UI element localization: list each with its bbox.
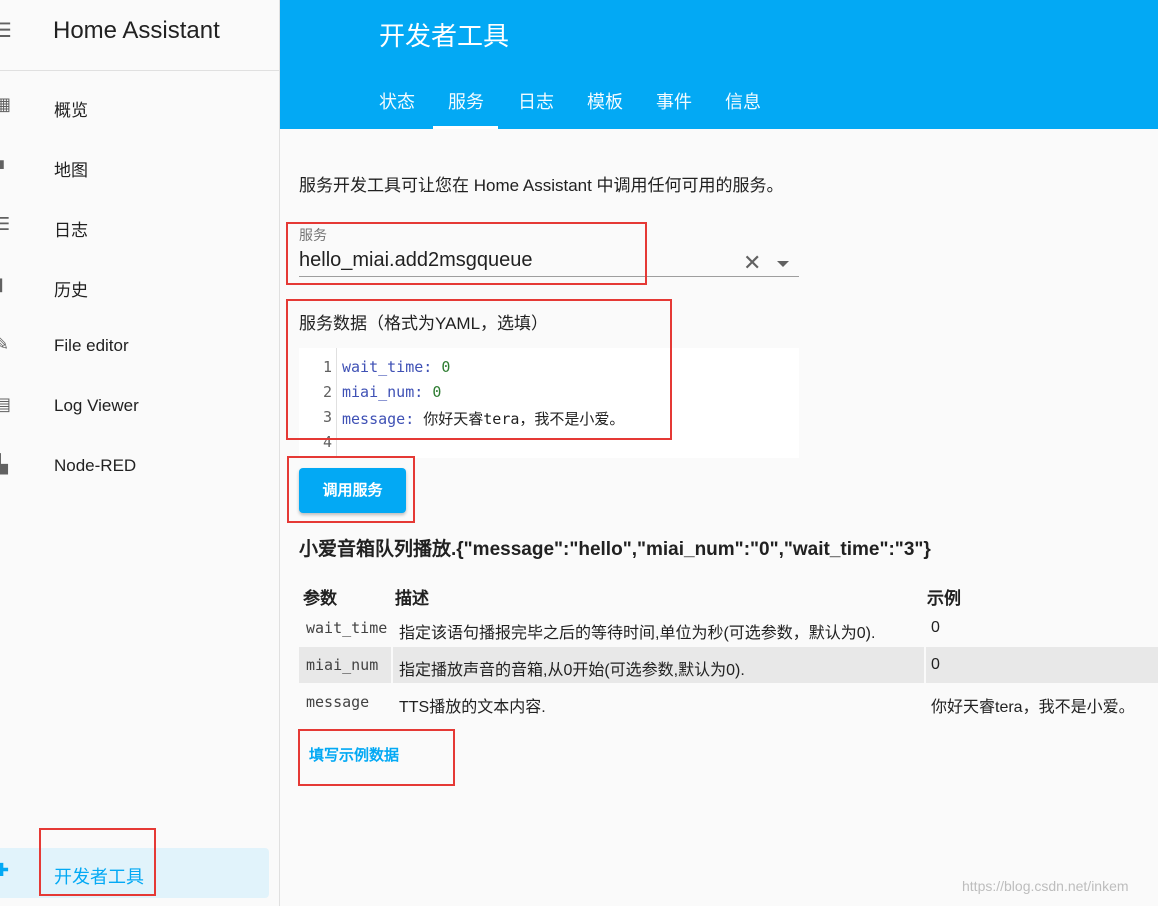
list-icon: ☰ bbox=[0, 214, 11, 234]
page-title: 开发者工具 bbox=[379, 21, 510, 51]
description-cell: TTS播放的文本内容. bbox=[399, 699, 546, 716]
menu-icon[interactable]: ☰ bbox=[0, 18, 12, 43]
line-number: 4 bbox=[322, 433, 332, 451]
example-cell: 0 bbox=[931, 619, 940, 636]
yaml-key: miai_num bbox=[342, 383, 415, 401]
service-data-label: 服务数据（格式为YAML，选填） bbox=[299, 314, 549, 333]
active-tab-indicator bbox=[433, 126, 498, 129]
map-icon: ■ bbox=[0, 154, 12, 174]
param-cell: message bbox=[306, 693, 370, 711]
yaml-value: 0 bbox=[441, 358, 451, 376]
sidebar-item-label: 开发者工具 bbox=[54, 867, 144, 887]
sidebar-item-label: 历史 bbox=[54, 281, 88, 300]
service-description: 小爱音箱队列播放.{"message":"hello","miai_num":"… bbox=[299, 539, 931, 560]
line-number: 3 bbox=[322, 408, 332, 426]
service-field-label: 服务 bbox=[299, 227, 327, 243]
sidebar-item-log-viewer[interactable]: ▤ Log Viewer bbox=[0, 382, 279, 430]
sidebar-header: ☰ Home Assistant bbox=[0, 0, 279, 71]
yaml-code-editor[interactable]: 1 2 3 4 wait_time: 0 miai_num: 0 message… bbox=[299, 348, 799, 458]
sidebar-item-label: 日志 bbox=[54, 221, 88, 240]
tab-info[interactable]: 信息 bbox=[725, 88, 761, 114]
call-service-button[interactable]: 调用服务 bbox=[299, 468, 406, 513]
service-input-underline bbox=[299, 276, 799, 277]
sidebar-item-overview[interactable]: ▦ 概览 bbox=[0, 82, 279, 130]
sidebar-item-label: 概览 bbox=[54, 101, 88, 120]
app-header: 开发者工具 状态 服务 日志 模板 事件 信息 bbox=[280, 0, 1158, 129]
yaml-value: 你好天睿tera，我不是小爱。 bbox=[423, 410, 625, 428]
wrench-icon: ✎ bbox=[0, 334, 10, 354]
sidebar-item-label: File editor bbox=[54, 336, 129, 355]
chart-icon: ▮ bbox=[0, 274, 12, 294]
table-header-example: 示例 bbox=[927, 589, 961, 608]
tab-services[interactable]: 服务 bbox=[448, 88, 484, 114]
param-cell: wait_time bbox=[306, 619, 388, 637]
table-row: miai_num 指定播放声音的音箱,从0开始(可选参数,默认为0). 0 bbox=[299, 647, 1158, 683]
line-number: 1 bbox=[322, 358, 332, 376]
description-cell: 指定播放声音的音箱,从0开始(可选参数,默认为0). bbox=[399, 662, 745, 679]
tab-events[interactable]: 事件 bbox=[656, 88, 692, 114]
fill-example-data-link[interactable]: 填写示例数据 bbox=[309, 744, 399, 765]
table-header-description: 描述 bbox=[395, 589, 429, 608]
sidebar: ☰ Home Assistant ▦ 概览 ■ 地图 ☰ 日志 ▮ 历史 ✎ F… bbox=[0, 0, 280, 906]
hammer-icon: ✚ bbox=[0, 860, 10, 880]
example-cell: 0 bbox=[931, 656, 940, 673]
description-cell: 指定该语句播报完毕之后的等待时间,单位为秒(可选参数，默认为0). bbox=[399, 625, 876, 642]
sitemap-icon: ▙ bbox=[0, 454, 8, 474]
sidebar-item-history[interactable]: ▮ 历史 bbox=[0, 262, 279, 310]
sidebar-item-node-red[interactable]: ▙ Node-RED bbox=[0, 442, 279, 490]
sidebar-item-map[interactable]: ■ 地图 bbox=[0, 142, 279, 190]
grid-icon: ▦ bbox=[0, 94, 12, 114]
chevron-down-icon[interactable] bbox=[777, 261, 789, 267]
watermark-text: https://blog.csdn.net/inkem bbox=[962, 878, 1129, 894]
document-icon: ▤ bbox=[0, 394, 12, 414]
tab-logs[interactable]: 日志 bbox=[518, 88, 554, 114]
param-cell: miai_num bbox=[306, 656, 379, 674]
code-line: wait_time: 0 bbox=[342, 358, 451, 376]
sidebar-item-label: Log Viewer bbox=[54, 396, 139, 415]
intro-text: 服务开发工具可让您在 Home Assistant 中调用任何可用的服务。 bbox=[299, 176, 784, 195]
sidebar-item-label: Node-RED bbox=[54, 456, 137, 475]
line-number: 2 bbox=[322, 383, 332, 401]
tab-states[interactable]: 状态 bbox=[379, 88, 415, 114]
sidebar-item-developer-tools[interactable]: ✚ 开发者工具 bbox=[0, 848, 269, 898]
sidebar-item-logbook[interactable]: ☰ 日志 bbox=[0, 202, 279, 250]
tab-template[interactable]: 模板 bbox=[587, 88, 623, 114]
table-header-param: 参数 bbox=[303, 589, 337, 608]
table-row: wait_time 指定该语句播报完毕之后的等待时间,单位为秒(可选参数，默认为… bbox=[299, 610, 1158, 646]
example-cell: 你好天睿tera，我不是小爱。 bbox=[931, 699, 1135, 716]
sidebar-item-label: 地图 bbox=[54, 161, 88, 180]
yaml-key: wait_time bbox=[342, 358, 424, 376]
service-input[interactable]: hello_miai.add2msgqueue bbox=[299, 249, 533, 272]
yaml-key: message bbox=[342, 410, 406, 428]
sidebar-title: Home Assistant bbox=[53, 17, 220, 44]
code-line: message: 你好天睿tera，我不是小爱。 bbox=[342, 410, 625, 428]
clear-icon[interactable]: ✕ bbox=[743, 250, 761, 276]
code-line: miai_num: 0 bbox=[342, 383, 442, 401]
sidebar-item-file-editor[interactable]: ✎ File editor bbox=[0, 322, 279, 370]
yaml-value: 0 bbox=[432, 383, 442, 401]
table-row: message TTS播放的文本内容. 你好天睿tera，我不是小爱。 bbox=[299, 684, 1158, 720]
